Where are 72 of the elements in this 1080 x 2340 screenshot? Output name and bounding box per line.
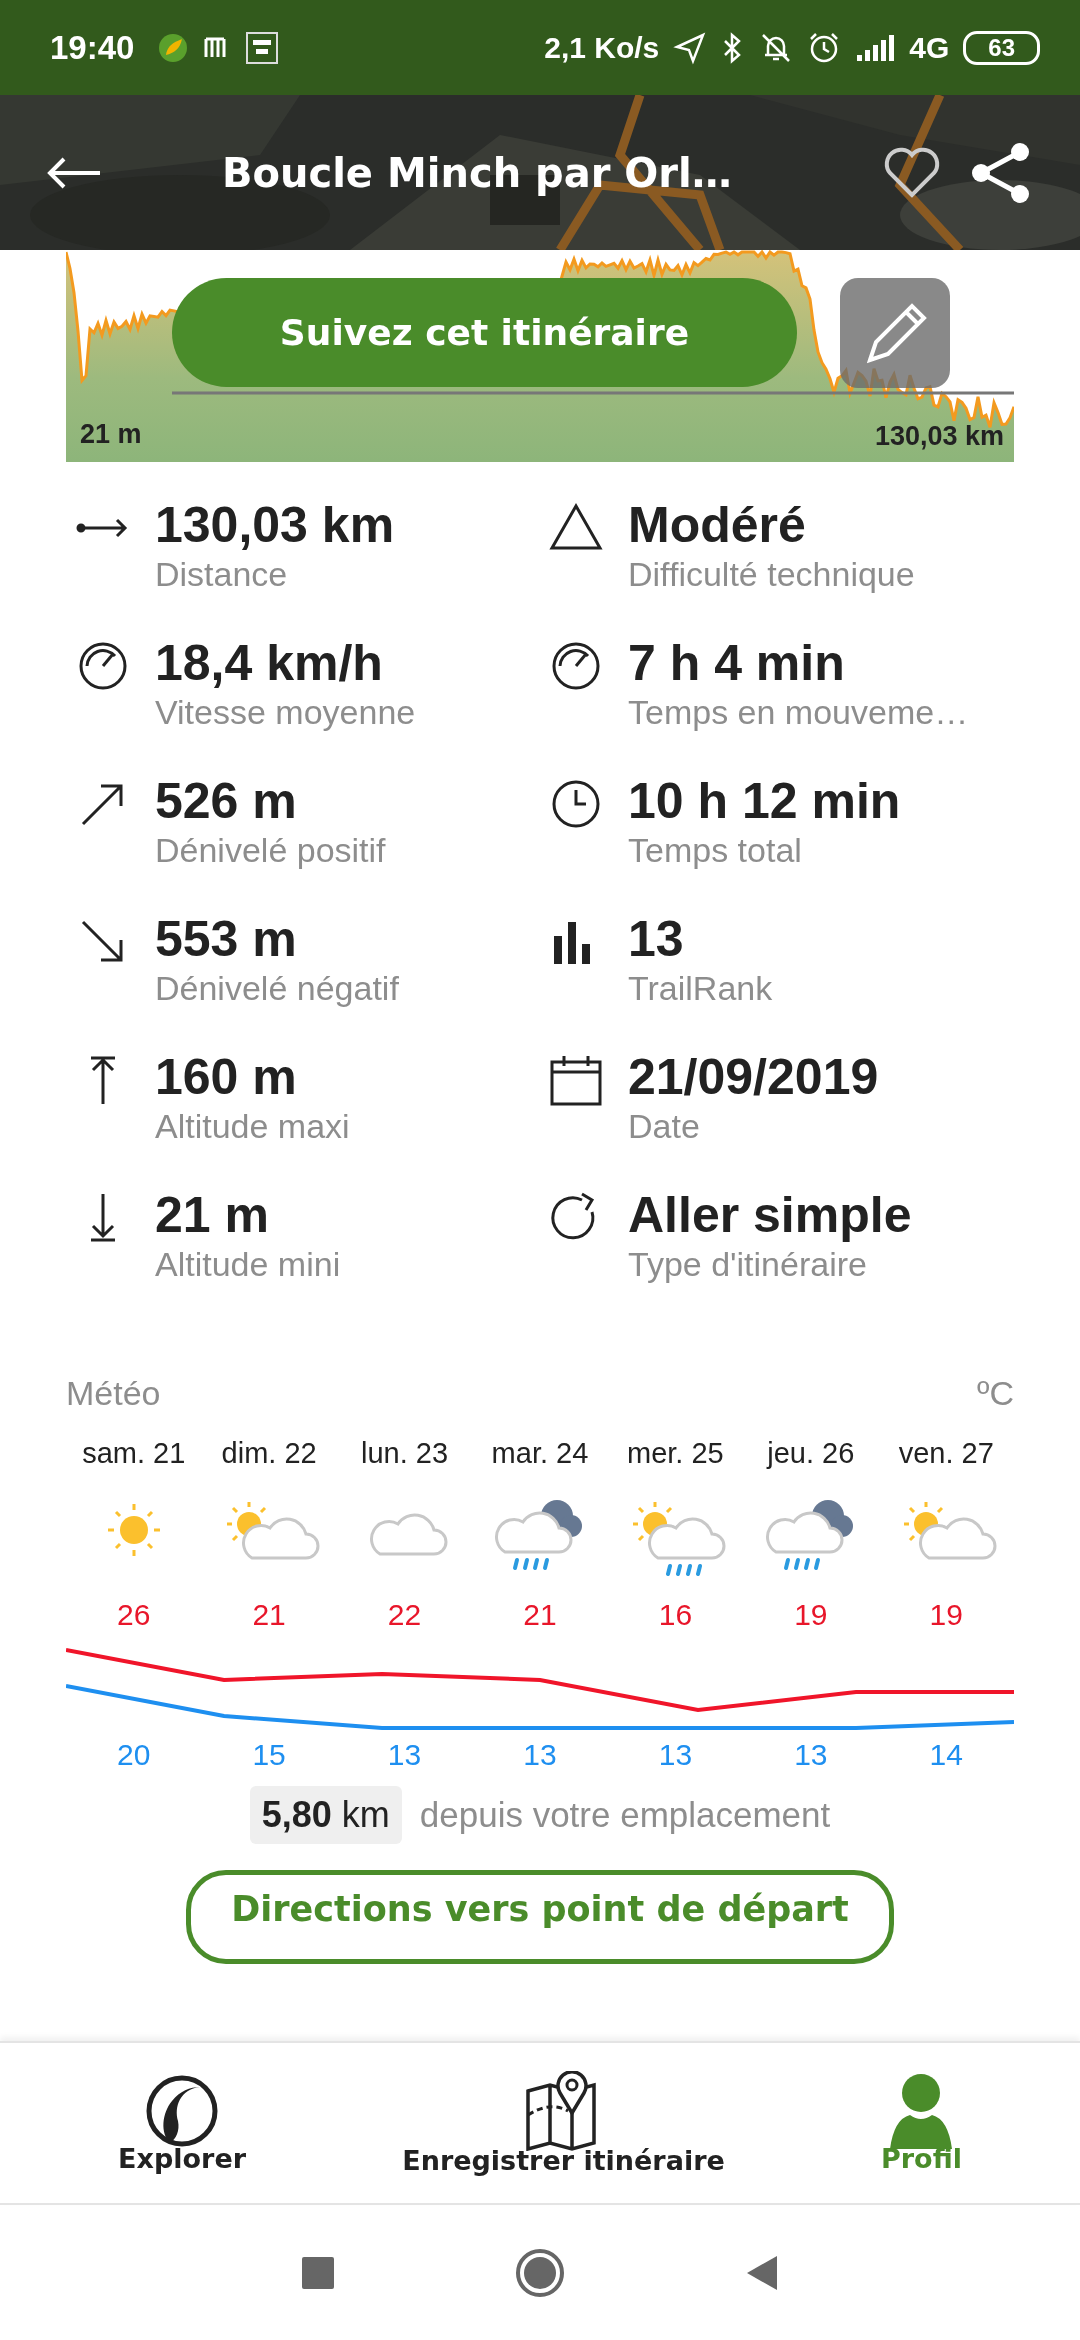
weather-day: mer. 25 bbox=[627, 1437, 724, 1470]
nav-tab[interactable]: Enregistrer itinéraire bbox=[402, 2070, 725, 2176]
nav-tab[interactable]: Profil bbox=[881, 2072, 962, 2174]
high-temperature: 26 bbox=[117, 1598, 151, 1632]
low-temperature: 13 bbox=[658, 1738, 693, 1772]
stat-label: Distance bbox=[155, 554, 289, 594]
route-length-label: 130,03 km bbox=[874, 421, 1004, 452]
back-arrow-icon[interactable] bbox=[46, 155, 102, 190]
route-title: Boucle Minch par Orl… bbox=[221, 149, 733, 196]
nav-tab[interactable]: Explorer bbox=[118, 2072, 247, 2174]
stat-label: Temps en mouveme… bbox=[628, 692, 969, 732]
weather-day: ven. 27 bbox=[898, 1437, 994, 1470]
stat-value: 21 m bbox=[155, 1186, 270, 1244]
recent-apps-icon[interactable] bbox=[301, 2255, 335, 2290]
stat-value: Modéré bbox=[628, 496, 807, 554]
stat-value: 13 bbox=[628, 910, 685, 968]
low-temperature: 15 bbox=[252, 1738, 286, 1772]
distance-caption: depuis votre emplacement bbox=[419, 1795, 831, 1835]
high-temperature: 19 bbox=[794, 1598, 828, 1632]
battery-indicator: 63 bbox=[963, 30, 1040, 65]
stat-value: 10 h 12 min bbox=[628, 772, 901, 830]
weather-day: jeu. 26 bbox=[767, 1437, 855, 1470]
heart-icon[interactable] bbox=[884, 146, 940, 199]
pencil-icon[interactable] bbox=[840, 278, 950, 388]
directions-button[interactable]: Directions vers point de départ bbox=[186, 1870, 894, 1964]
high-temperature: 21 bbox=[523, 1598, 557, 1632]
distance-chip: 5,80 km bbox=[249, 1786, 402, 1844]
app-leaf-icon bbox=[158, 32, 189, 63]
weather-day: sam. 21 bbox=[82, 1437, 186, 1470]
stat-label: Vitesse moyenne bbox=[155, 692, 416, 732]
stat-value: 526 m bbox=[155, 772, 298, 830]
stat-value: 553 m bbox=[155, 910, 298, 968]
stat-label: Altitude mini bbox=[155, 1244, 341, 1284]
share-icon[interactable] bbox=[970, 140, 1032, 205]
network-type: 4G bbox=[909, 30, 950, 65]
stat-value: 18,4 km/h bbox=[155, 634, 384, 692]
stat-value: 21/09/2019 bbox=[628, 1048, 879, 1106]
signal-icon bbox=[855, 32, 896, 63]
low-temperature: 20 bbox=[117, 1738, 151, 1772]
follow-route-button[interactable]: Suivez cet itinéraire bbox=[172, 278, 797, 387]
low-temperature: 13 bbox=[794, 1738, 828, 1772]
stat-label: Temps total bbox=[628, 830, 803, 870]
weather-day: mar. 24 bbox=[491, 1437, 589, 1470]
stat-label: Date bbox=[628, 1106, 701, 1146]
stat-label: Dénivelé négatif bbox=[155, 968, 399, 1008]
high-temperature: 19 bbox=[929, 1598, 963, 1632]
network-speed: 2,1 Ko/s bbox=[544, 30, 660, 65]
low-temperature: 14 bbox=[929, 1738, 963, 1772]
location-arrow-icon bbox=[673, 30, 708, 65]
back-icon[interactable] bbox=[745, 2253, 779, 2292]
weather-day: dim. 22 bbox=[221, 1437, 317, 1470]
stat-label: Difficulté technique bbox=[628, 554, 915, 594]
home-icon[interactable] bbox=[515, 2247, 565, 2298]
temperature-unit: ºC bbox=[977, 1374, 1014, 1413]
stat-label: Altitude maxi bbox=[155, 1106, 350, 1146]
stat-label: TrailRank bbox=[628, 968, 773, 1008]
min-altitude-label: 21 m bbox=[80, 419, 142, 450]
stat-label: Dénivelé positif bbox=[155, 830, 386, 870]
low-temperature: 13 bbox=[523, 1738, 557, 1772]
low-temperature: 13 bbox=[387, 1738, 422, 1772]
stat-value: 130,03 km bbox=[155, 496, 395, 554]
clock-time: 19:40 bbox=[50, 28, 135, 67]
stat-value: 160 m bbox=[155, 1048, 298, 1106]
person-icon bbox=[888, 2072, 955, 2149]
high-temperature: 16 bbox=[658, 1598, 693, 1632]
high-temperature: 22 bbox=[387, 1598, 422, 1632]
stat-value: Aller simple bbox=[628, 1186, 912, 1244]
high-temperature: 21 bbox=[252, 1598, 286, 1632]
weather-title: Météo bbox=[66, 1374, 161, 1413]
stat-label: Type d'itinéraire bbox=[628, 1244, 868, 1284]
stat-value: 7 h 4 min bbox=[628, 634, 846, 692]
weather-day: lun. 23 bbox=[361, 1437, 449, 1470]
